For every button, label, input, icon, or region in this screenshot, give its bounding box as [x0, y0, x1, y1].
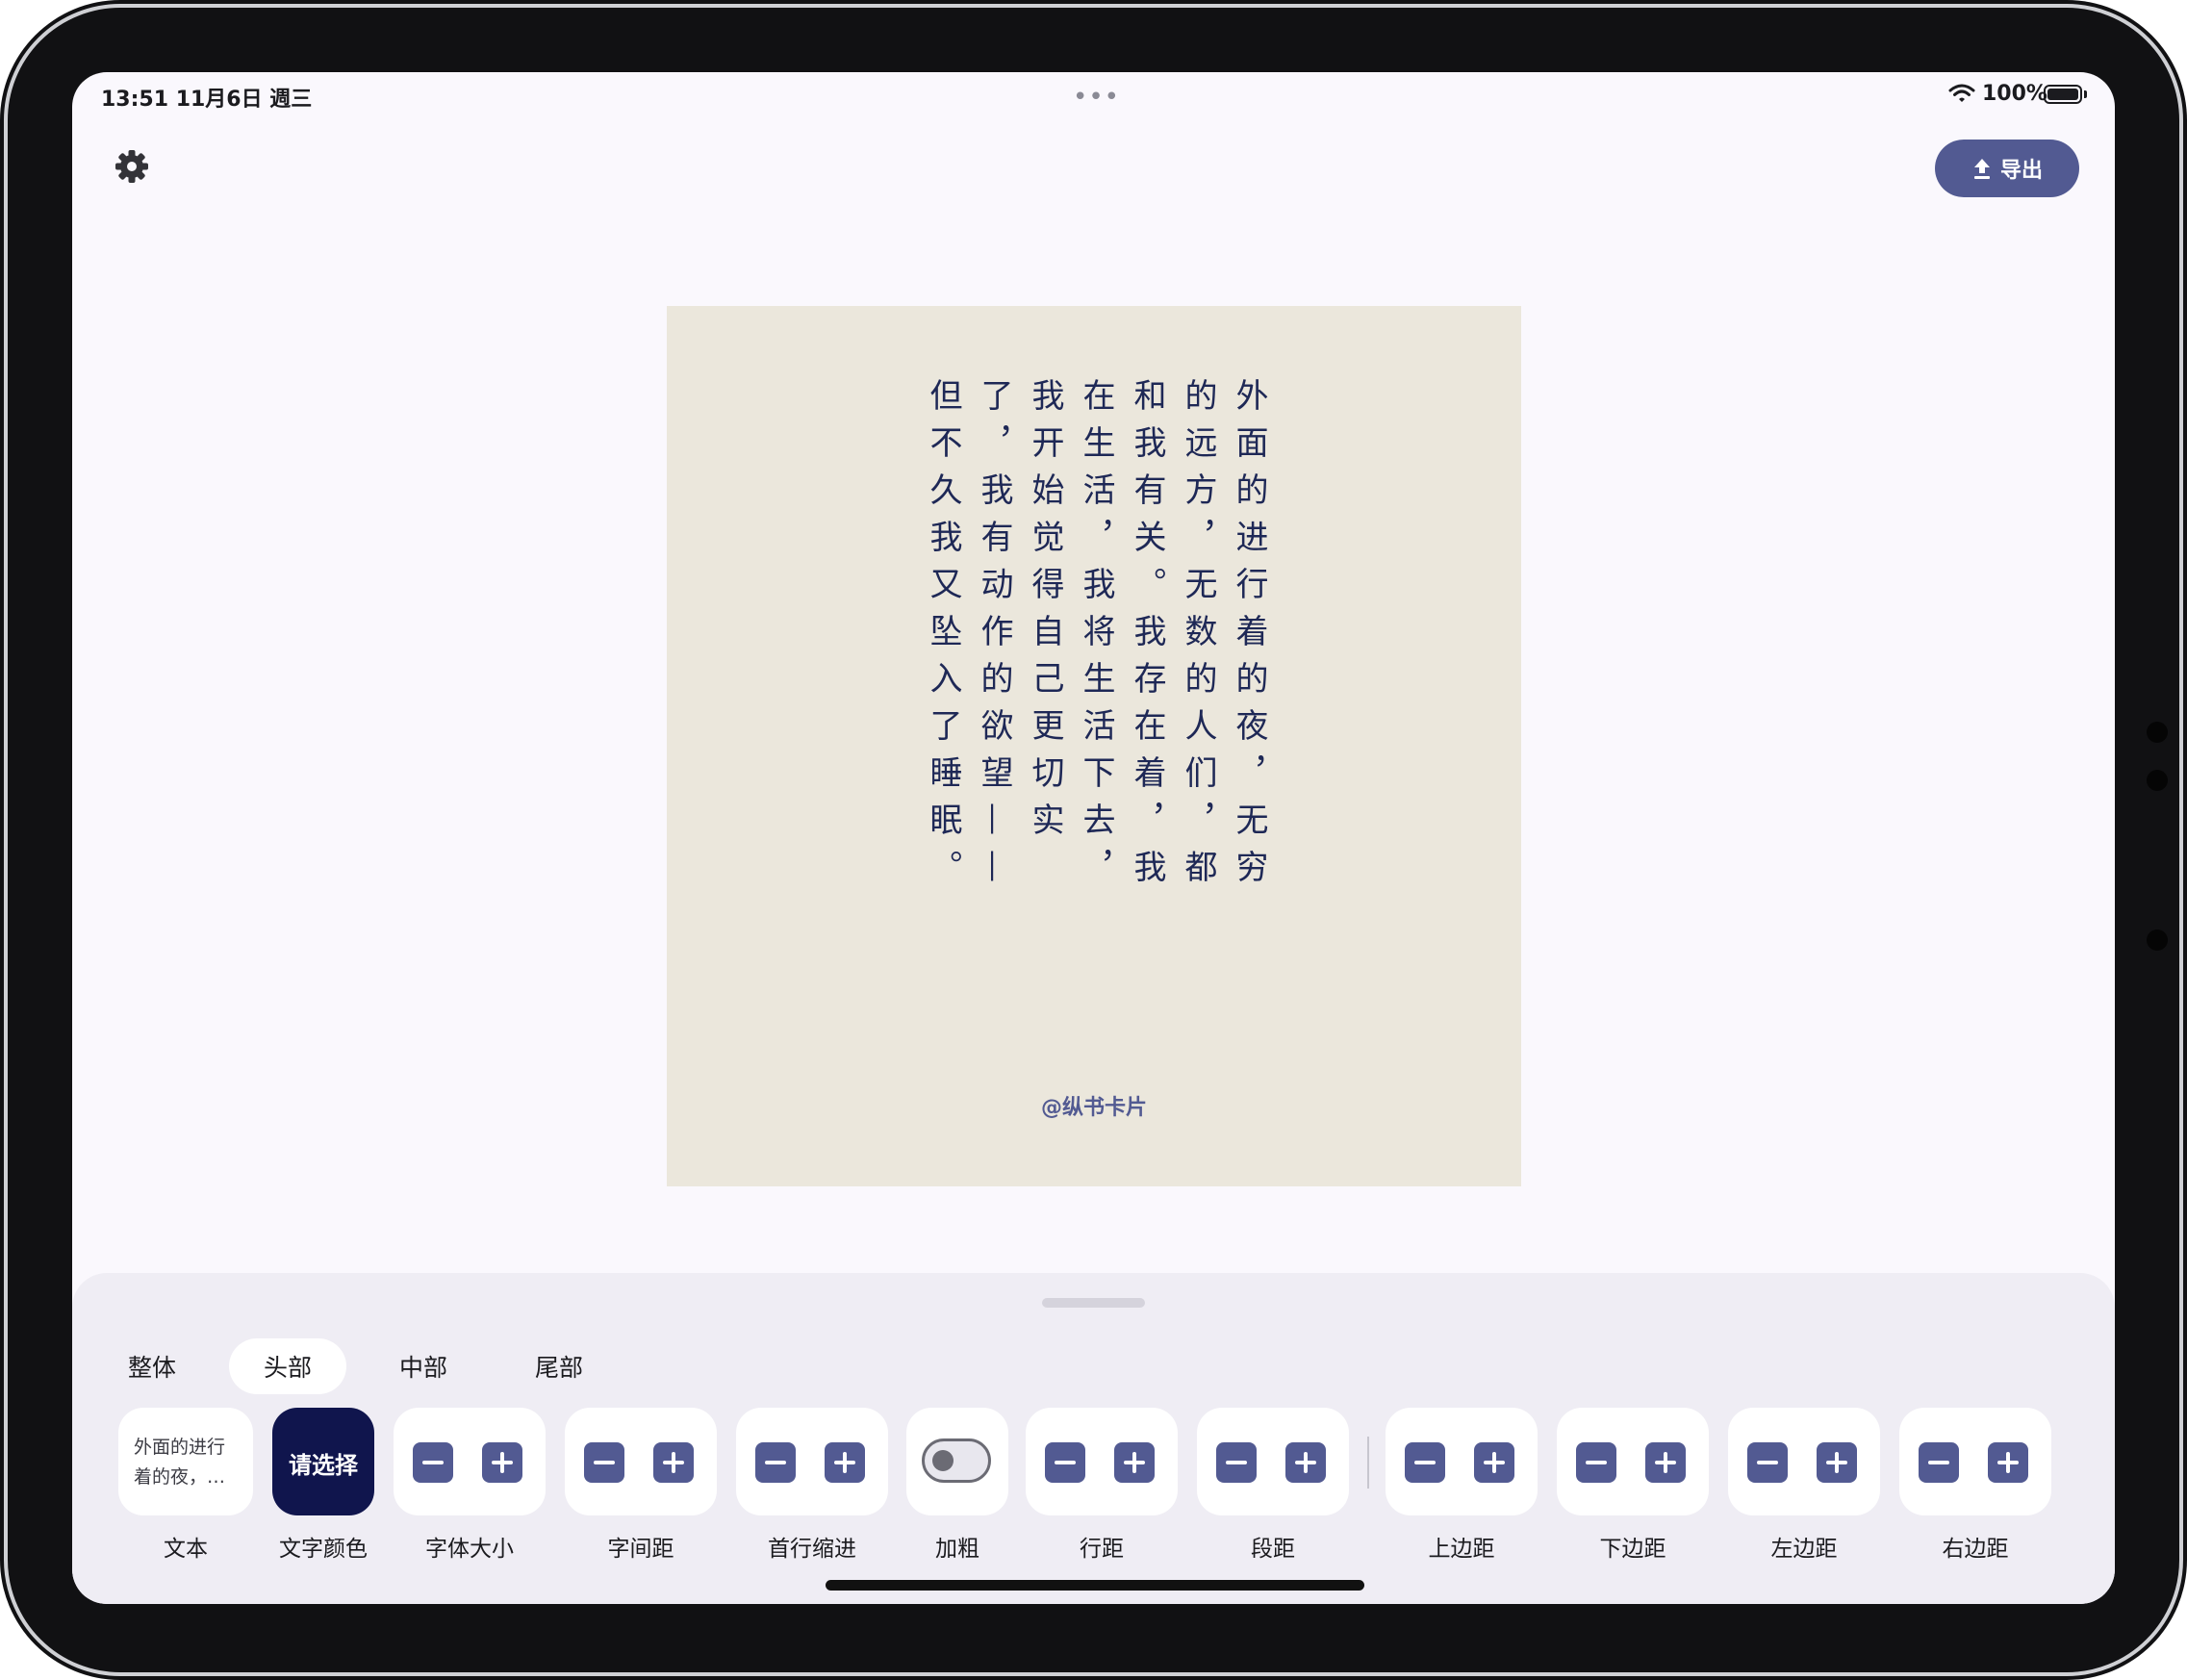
bold-toggle[interactable]: [922, 1438, 991, 1483]
letter-spacing-label: 字间距: [607, 1537, 674, 1562]
tab-whole[interactable]: 整体: [93, 1338, 211, 1394]
increase-button[interactable]: [1474, 1442, 1514, 1483]
preview-card[interactable]: 外面的进行着的夜，无穷的远方，无数的人们，都和我有关。我存在着，我在生活，我将生…: [667, 306, 1521, 1186]
stepper-box: [394, 1408, 546, 1515]
stepper-box: [1557, 1408, 1709, 1515]
hardware-dot: [2147, 770, 2168, 791]
increase-button[interactable]: [1645, 1442, 1686, 1483]
bold-box: [906, 1408, 1008, 1515]
margin-bottom-label: 下边距: [1599, 1537, 1666, 1562]
stepper-box: [1026, 1408, 1178, 1515]
upload-icon: [1973, 159, 1990, 179]
style-panel: 整体 头部 中部 尾部 外面的进行着的夜，… 文本 请选择 文字颜色 字体大小: [72, 1273, 2115, 1604]
text-tool-label: 文本: [164, 1537, 208, 1562]
card-signature: @纵书卡片: [1040, 1096, 1147, 1120]
divider: [1367, 1437, 1369, 1489]
home-indicator[interactable]: [826, 1580, 1364, 1591]
battery-cap: [2084, 90, 2087, 98]
hardware-dot: [2147, 929, 2168, 951]
margin-top-label: 上边距: [1428, 1537, 1495, 1562]
paragraph-spacing-label: 段距: [1251, 1537, 1295, 1562]
font-size-label: 字体大小: [425, 1537, 514, 1562]
increase-button[interactable]: [1114, 1442, 1155, 1483]
stepper-box: [736, 1408, 888, 1515]
line-height-label: 行距: [1080, 1537, 1124, 1562]
export-label: 导出: [1999, 159, 2043, 183]
stepper-box: [1197, 1408, 1349, 1515]
stepper-box: [1386, 1408, 1538, 1515]
first-indent-label: 首行缩进: [768, 1537, 856, 1562]
sheet-drag-handle[interactable]: [1042, 1298, 1145, 1308]
increase-button[interactable]: [1817, 1442, 1857, 1483]
increase-button[interactable]: [482, 1442, 522, 1483]
app-screen: 13:51 11月6日 週三 ••• 100% 导出 外面的进行着的夜，无穷的远…: [72, 72, 2115, 1604]
decrease-button[interactable]: [1576, 1442, 1616, 1483]
increase-button[interactable]: [1988, 1442, 2028, 1483]
tab-middle[interactable]: 中部: [365, 1338, 482, 1394]
stepper-box: [565, 1408, 717, 1515]
increase-button[interactable]: [825, 1442, 865, 1483]
wifi-icon: [1948, 84, 1975, 102]
margin-right-label: 右边距: [1942, 1537, 2009, 1562]
increase-button[interactable]: [1285, 1442, 1326, 1483]
stepper-box: [1728, 1408, 1880, 1515]
text-preview: 外面的进行着的夜，…: [134, 1437, 226, 1488]
color-picker-label: 请选择: [289, 1452, 358, 1479]
increase-button[interactable]: [653, 1442, 694, 1483]
export-button[interactable]: 导出: [1935, 140, 2079, 197]
hardware-dot: [2147, 722, 2168, 743]
text-color-label: 文字颜色: [279, 1537, 368, 1562]
status-time: 13:51 11月6日 週三: [101, 88, 313, 112]
battery-icon: [2044, 85, 2082, 104]
decrease-button[interactable]: [1045, 1442, 1085, 1483]
color-picker-button[interactable]: 请选择: [272, 1408, 374, 1515]
battery-percent: 100%: [1982, 82, 2047, 106]
decrease-button[interactable]: [413, 1442, 453, 1483]
decrease-button[interactable]: [755, 1442, 796, 1483]
text-preview-box[interactable]: 外面的进行着的夜，…: [118, 1408, 253, 1515]
toggle-knob: [932, 1450, 954, 1471]
decrease-button[interactable]: [1216, 1442, 1257, 1483]
gear-icon[interactable]: [113, 147, 151, 186]
decrease-button[interactable]: [584, 1442, 624, 1483]
card-body-text: 外面的进行着的夜，无穷的远方，无数的人们，都和我有关。我存在着，我在生活，我将生…: [924, 378, 1268, 897]
status-bar: 13:51 11月6日 週三 ••• 100%: [72, 72, 2115, 130]
decrease-button[interactable]: [1747, 1442, 1788, 1483]
margin-left-label: 左边距: [1770, 1537, 1838, 1562]
tab-header[interactable]: 头部: [229, 1338, 346, 1394]
tab-footer[interactable]: 尾部: [500, 1338, 618, 1394]
stepper-box: [1899, 1408, 2051, 1515]
multitask-dots[interactable]: •••: [1073, 83, 1120, 112]
decrease-button[interactable]: [1405, 1442, 1445, 1483]
bold-label: 加粗: [935, 1537, 979, 1562]
decrease-button[interactable]: [1919, 1442, 1959, 1483]
